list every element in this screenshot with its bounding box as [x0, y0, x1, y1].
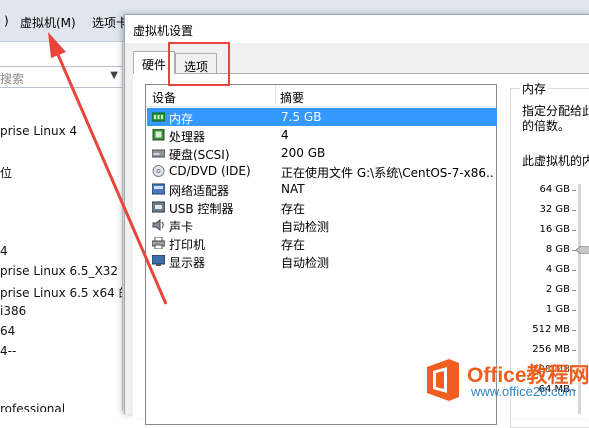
device-row-network-adapter[interactable]: 网络适配器 NAT [147, 180, 497, 198]
column-separator[interactable] [275, 85, 276, 107]
memory-scale-tick [572, 270, 576, 271]
device-row-cd-dvd[interactable]: CD/DVD (IDE) 正在使用文件 G:\系统\CentOS-7-x86..… [147, 162, 497, 180]
library-item[interactable]: 位 [0, 164, 12, 181]
device-row-sound-card[interactable]: 声卡 自动检测 [147, 216, 497, 234]
column-header-summary[interactable]: 摘要 [280, 89, 304, 106]
device-name: 处理器 [169, 130, 206, 144]
cpu-icon [152, 129, 165, 141]
memory-icon [152, 112, 165, 122]
library-item[interactable]: prise Linux 4 [0, 124, 77, 138]
memory-scale-label: 64 GB [539, 184, 570, 195]
memory-scale-label: 512 MB [532, 324, 570, 335]
device-name: 网络适配器 [169, 184, 230, 198]
memory-description-line-1: 指定分配给此 [522, 104, 589, 118]
vm-memory-label: 此虚拟机的内 [522, 154, 589, 168]
memory-scale-label: 32 GB [539, 204, 570, 215]
tab-hardware[interactable]: 硬件 [133, 51, 176, 74]
device-row-display[interactable]: 显示器 自动检测 [147, 252, 497, 270]
memory-scale-label: 256 MB [532, 344, 570, 355]
office-logo-icon [427, 359, 459, 401]
tab-strip: 硬件 选项 [133, 51, 588, 74]
dialog-titlebar[interactable]: 虚拟机设置 [125, 15, 589, 43]
memory-scale-label: 4 GB [545, 264, 570, 275]
memory-slider-thumb[interactable] [576, 246, 589, 254]
device-summary: 4 [281, 128, 289, 142]
memory-scale-tick [572, 230, 576, 231]
device-name: 硬盘(SCSI) [169, 148, 230, 162]
device-summary: NAT [281, 182, 305, 196]
device-row-hard-disk[interactable]: 硬盘(SCSI) 200 GB [147, 144, 497, 162]
dialog-title: 虚拟机设置 [133, 24, 194, 38]
menu-item-partial[interactable]: ) [4, 14, 9, 28]
library-item[interactable]: 4-- [0, 344, 16, 358]
memory-group-title: 内存 [520, 80, 549, 97]
device-row-memory[interactable]: 内存 7.5 GB [147, 108, 497, 126]
device-name: 打印机 [169, 238, 206, 252]
library-item[interactable]: i386 [0, 304, 26, 318]
library-item[interactable]: prise Linux 6.5_X32 [0, 264, 118, 278]
column-header-device[interactable]: 设备 [152, 89, 176, 106]
sound-card-icon [152, 219, 164, 231]
memory-scale-tick [572, 190, 576, 191]
menu-item-tabs[interactable]: 选项卡 [92, 14, 128, 31]
hard-disk-icon [152, 149, 165, 158]
watermark-url: www.office26.com [471, 384, 576, 399]
device-list-header: 设备 摘要 [146, 85, 496, 107]
printer-icon [152, 237, 165, 249]
tab-options[interactable]: 选项 [175, 53, 218, 74]
library-item[interactable]: 64 [0, 324, 15, 338]
memory-scale-tick [572, 310, 576, 311]
device-name: 内存 [169, 112, 194, 126]
pane-divider[interactable] [122, 42, 123, 411]
device-row-usb-controller[interactable]: USB 控制器 存在 [147, 198, 497, 216]
office-watermark: Office教程网 www.office26.com [423, 357, 589, 405]
device-name: CD/DVD (IDE) [169, 164, 251, 178]
library-tree: prise Linux 4 位 4 prise Linux 6.5_X32 pr… [0, 92, 123, 412]
library-search[interactable]: 搜索 ▼ [0, 66, 123, 88]
memory-scale-label: 2 GB [545, 284, 570, 295]
cd-dvd-icon [152, 165, 165, 177]
memory-scale-label: 1 GB [545, 304, 570, 315]
memory-scale-tick [572, 290, 576, 291]
usb-icon [152, 201, 165, 213]
device-summary: 存在 [281, 238, 306, 252]
device-summary: 7.5 GB [281, 110, 322, 124]
library-item[interactable]: 4 [0, 244, 8, 258]
device-name: 显示器 [169, 256, 206, 270]
device-summary: 200 GB [281, 146, 326, 160]
device-summary: 自动检测 [281, 220, 330, 234]
chevron-down-icon[interactable]: ▼ [110, 70, 118, 81]
memory-scale-tick [572, 210, 576, 211]
device-summary: 正在使用文件 G:\系统\CentOS-7-x86... [281, 166, 495, 180]
device-name: 声卡 [169, 220, 194, 234]
display-icon [152, 255, 165, 266]
device-row-printer[interactable]: 打印机 存在 [147, 234, 497, 252]
device-summary: 自动检测 [281, 256, 330, 270]
memory-scale-tick [572, 330, 576, 331]
device-name: USB 控制器 [169, 202, 234, 216]
device-row-processor[interactable]: 处理器 4 [147, 126, 497, 144]
memory-scale-tick [572, 350, 576, 351]
menu-item-vm[interactable]: 虚拟机(M) [20, 14, 76, 31]
network-adapter-icon [152, 183, 165, 195]
memory-scale-label: 16 GB [539, 224, 570, 235]
memory-scale-label: 8 GB [545, 244, 570, 255]
memory-description-line-2: 的倍数。 [522, 119, 571, 133]
library-item[interactable]: prise Linux 6.5 x64 的克 [0, 284, 123, 301]
memory-description: 指定分配给此 的倍数。 [522, 104, 589, 134]
search-input[interactable]: 搜索 [0, 70, 24, 87]
device-summary: 存在 [281, 202, 306, 216]
